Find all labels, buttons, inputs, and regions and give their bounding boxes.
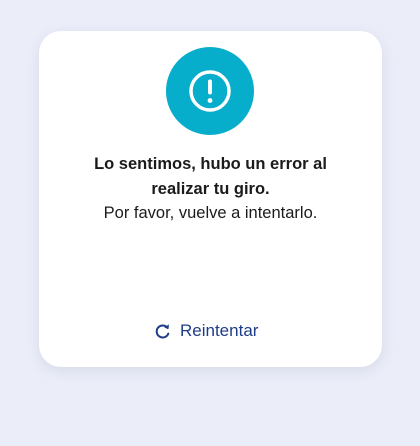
- error-title: Lo sentimos, hubo un error al realizar t…: [94, 155, 327, 198]
- refresh-icon: [154, 323, 171, 340]
- retry-button[interactable]: Reintentar: [154, 317, 258, 345]
- error-message: Lo sentimos, hubo un error al realizar t…: [39, 152, 382, 226]
- alert-circle-icon: [166, 47, 254, 135]
- error-card: Lo sentimos, hubo un error al realizar t…: [39, 31, 382, 367]
- retry-label: Reintentar: [180, 321, 259, 340]
- error-subtitle: Por favor, vuelve a intentarlo.: [103, 204, 318, 222]
